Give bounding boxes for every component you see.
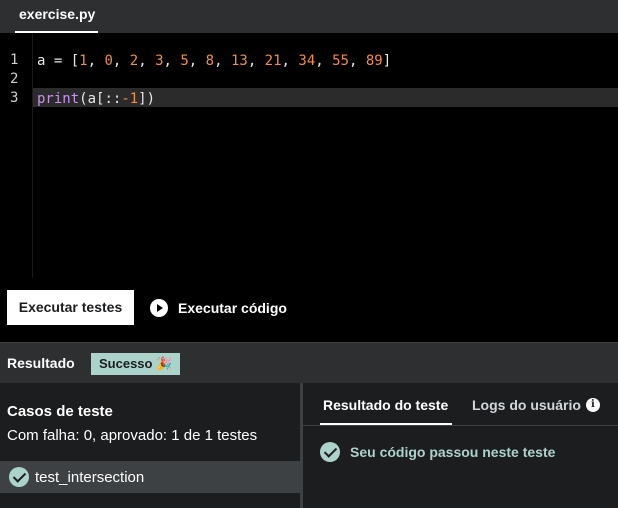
code-token: = (45, 53, 71, 69)
code-token-function: print (37, 91, 80, 107)
info-icon[interactable]: i (585, 398, 600, 412)
code-token-separator: , (348, 53, 366, 69)
result-bar: Resultado Sucesso 🎉 (0, 342, 618, 383)
tab-user-logs-label: Logs do usuário (472, 397, 581, 413)
line-number-gutter: 1 2 3 (0, 33, 33, 278)
check-circle-icon (9, 467, 29, 487)
tab-test-result[interactable]: Resultado do teste (323, 397, 448, 413)
code-token: ] (382, 53, 392, 69)
line-number: 3 (10, 90, 19, 106)
test-cases-title: Casos de teste (7, 403, 113, 420)
test-cases-summary: Com falha: 0, aprovado: 1 de 1 testes (7, 427, 258, 444)
play-icon (150, 298, 168, 317)
test-cases-panel: Casos de teste Com falha: 0, aprovado: 1… (0, 383, 300, 508)
code-token-separator: , (214, 53, 231, 69)
status-badge: Sucesso 🎉 (91, 353, 181, 375)
tab-divider (303, 425, 618, 426)
tab-user-logs[interactable]: Logs do usuário i (472, 397, 600, 413)
run-tests-button[interactable]: Executar testes (7, 290, 134, 325)
number-list: 1, 0, 2, 3, 5, 8, 13, 21, 34, 55, 89 (79, 53, 383, 69)
code-token-number: 89 (365, 53, 383, 69)
code-token-separator: , (281, 53, 299, 69)
code-token-separator: , (138, 53, 156, 69)
run-code-button[interactable]: Executar código (150, 290, 287, 325)
code-token: ( (79, 91, 88, 107)
test-details-panel: Resultado do teste Logs do usuário i Seu… (303, 383, 618, 508)
code-token: ]) (138, 91, 156, 107)
check-circle-icon (320, 442, 340, 462)
code-token-number: 34 (298, 53, 316, 69)
code-line-1[interactable]: a = [1, 0, 2, 3, 5, 8, 13, 21, 34, 55, 8… (37, 52, 391, 70)
test-passed-text: Seu código passou neste teste (350, 444, 556, 460)
code-token-separator: , (315, 53, 333, 69)
code-token-separator: , (87, 53, 105, 69)
code-token-number: 0 (104, 53, 113, 69)
code-token-separator: , (247, 53, 265, 69)
line-number: 2 (10, 71, 19, 87)
file-tab-bar: exercise.py (0, 0, 618, 33)
test-case-name: test_intersection (35, 468, 145, 486)
test-case-row[interactable]: test_intersection (0, 461, 300, 493)
code-token-separator: , (188, 53, 206, 69)
code-token-number: 55 (332, 53, 349, 69)
result-label: Resultado (7, 355, 75, 371)
tab-exercise-py[interactable]: exercise.py (15, 0, 98, 33)
code-token-separator: , (163, 53, 181, 69)
code-token-separator: , (112, 53, 130, 69)
code-token-number: 13 (230, 53, 248, 69)
line-number: 1 (10, 52, 19, 68)
code-token-number: 1 (79, 53, 88, 69)
code-token-number: 21 (264, 53, 282, 69)
code-line-3[interactable]: print(a[::-1]) (37, 90, 155, 108)
code-token-number: 2 (129, 53, 139, 69)
code-token: [ (70, 53, 80, 69)
code-token: a[:: (87, 91, 122, 107)
code-editor[interactable]: 1 2 3 a = [1, 0, 2, 3, 5, 8, 13, 21, 34,… (0, 33, 618, 278)
test-passed-message: Seu código passou neste teste (320, 442, 555, 462)
code-token-number: 5 (180, 53, 189, 69)
code-token-number: 8 (205, 53, 215, 69)
code-token-number: 3 (155, 53, 164, 69)
code-token-number: -1 (121, 91, 139, 107)
run-code-label: Executar código (178, 299, 287, 316)
